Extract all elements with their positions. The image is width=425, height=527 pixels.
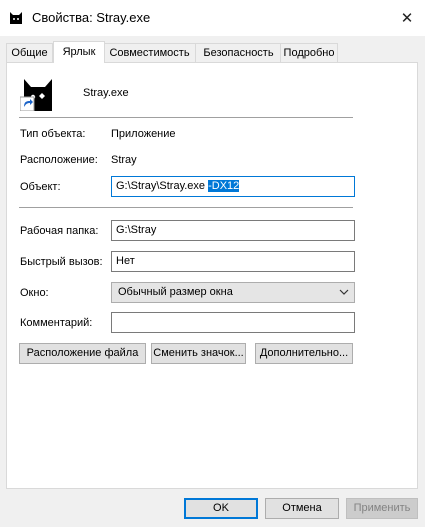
properties-dialog: Свойства: Stray.exe ✕ Общие Ярлык Совмес… [0,0,425,527]
type-value: Приложение [111,128,176,140]
close-button[interactable]: ✕ [389,0,425,36]
type-label: Тип объекта: [20,128,86,140]
comment-label: Комментарий: [20,317,93,329]
change-icon-button[interactable]: Сменить значок... [151,343,246,364]
location-value: Stray [111,154,137,166]
hotkey-field[interactable]: Нет [111,251,355,272]
location-label: Расположение: [20,154,98,166]
close-icon: ✕ [400,10,414,27]
hotkey-label: Быстрый вызов: [20,256,103,268]
apply-button[interactable]: Применить [346,498,418,519]
run-dropdown[interactable]: Обычный размер окна [111,282,355,303]
shortcut-name: Stray.exe [83,87,129,99]
target-text: G:\Stray\Stray.exe [116,180,209,192]
tab-shortcut[interactable]: Ярлык [53,41,105,63]
target-selected-text: -DX12 [208,180,240,192]
run-value: Обычный размер окна [118,286,233,298]
separator [19,117,353,118]
tab-details[interactable]: Подробно [280,43,338,62]
comment-field[interactable] [111,312,355,333]
window-title: Свойства: Stray.exe [32,10,151,25]
ok-button[interactable]: OK [184,498,258,519]
chevron-down-icon [339,289,349,295]
tab-security[interactable]: Безопасность [195,43,282,62]
stray-cat-icon [20,75,56,111]
target-label: Объект: [20,181,61,193]
target-field[interactable]: G:\Stray\Stray.exe -DX12 [111,176,355,197]
start-in-field[interactable]: G:\Stray [111,220,355,241]
cancel-button[interactable]: Отмена [265,498,339,519]
tab-compatibility[interactable]: Совместимость [102,43,197,62]
shortcut-panel: Stray.exe Тип объекта: Приложение Распол… [6,62,418,489]
title-bar: Свойства: Stray.exe ✕ [0,0,425,36]
advanced-button[interactable]: Дополнительно... [255,343,353,364]
shortcut-arrow-icon [20,96,35,111]
run-label: Окно: [20,287,49,299]
stray-cat-icon [8,9,24,25]
tab-general[interactable]: Общие [6,43,53,62]
start-in-label: Рабочая папка: [20,225,99,237]
separator [19,207,353,208]
open-file-location-button[interactable]: Расположение файла [19,343,146,364]
